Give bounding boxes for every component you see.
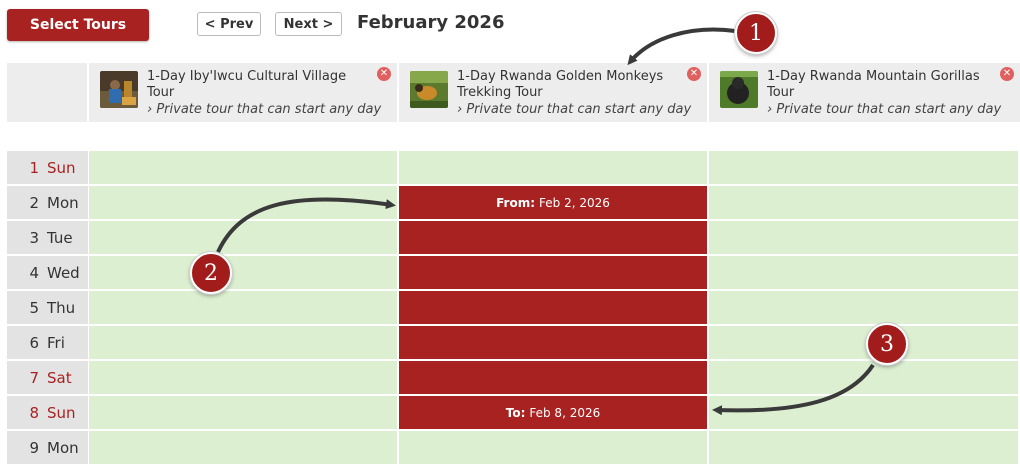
annotation-arrows [216, 27, 875, 416]
annotation-badge-1: 1 [735, 12, 777, 54]
annotation-badge-2: 2 [190, 252, 232, 294]
arrow-1 [627, 27, 736, 66]
arrow-2 [216, 197, 396, 253]
annotation-badge-3: 3 [866, 323, 908, 365]
arrow-3 [712, 363, 875, 416]
